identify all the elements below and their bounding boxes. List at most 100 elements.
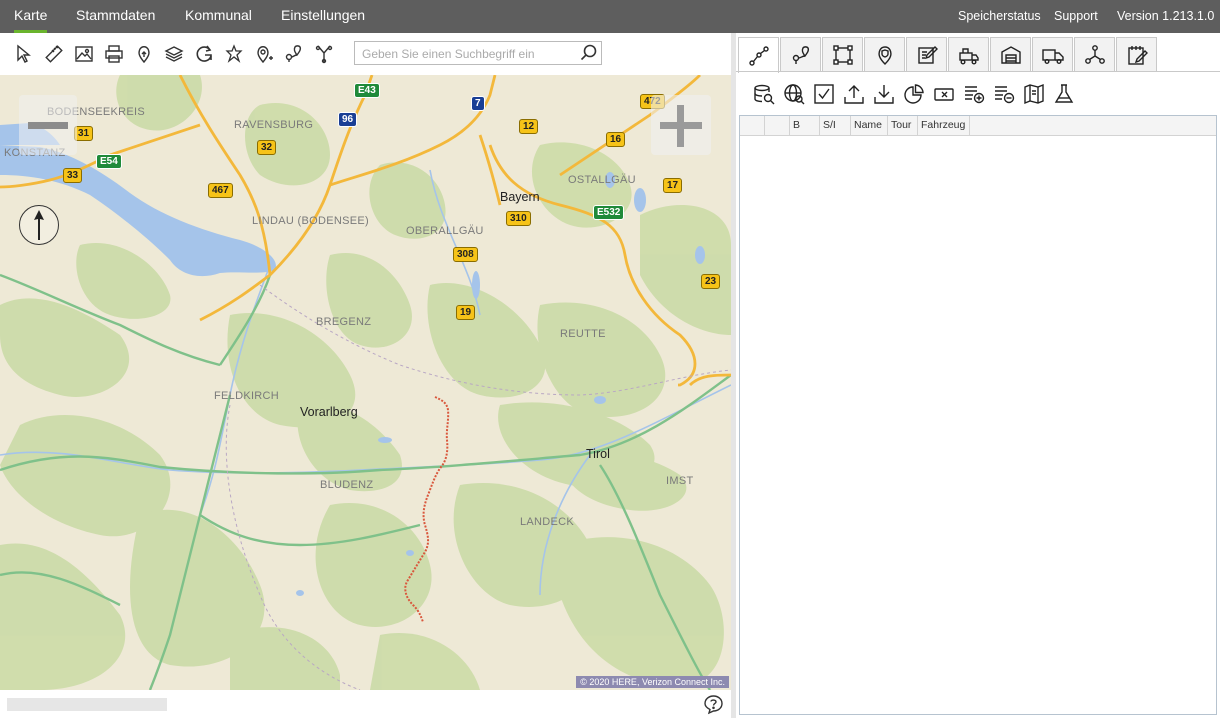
refresh-icon[interactable] [192,42,216,66]
road-shield: 32 [257,140,277,155]
road-shield: 467 [208,183,233,198]
clear-icon [934,88,954,101]
pin-icon[interactable] [132,42,156,66]
tab-divider [736,71,1220,72]
tab-notes[interactable] [1116,37,1157,71]
search-input[interactable] [360,43,584,65]
image-icon[interactable] [72,42,96,66]
road-shield: 33 [63,168,83,183]
map-label-ravensburg: RAVENSBURG [234,119,314,131]
grid-col-select[interactable] [740,116,765,135]
road-shield: 17 [663,178,683,193]
results-grid[interactable]: B S/I Name Tour Fahrzeug [739,115,1217,715]
minus-icon [28,122,68,129]
help-icon [704,695,723,715]
map-label-reutte: REUTTE [560,328,606,340]
list-add-icon [965,86,985,104]
globe-search-button[interactable] [781,81,807,107]
layers-icon[interactable] [162,42,186,66]
route-pins-icon[interactable] [282,42,306,66]
grid-col-name[interactable]: Name [851,116,888,135]
panel-tabs [736,37,1220,73]
nav-einstellungen[interactable]: Einstellungen [281,0,365,33]
compass-button[interactable] [19,205,59,245]
db-search-button[interactable] [751,81,777,107]
map-label-imst: IMST [666,475,694,487]
notepad-icon [1127,45,1148,65]
storage-status-link[interactable]: Speicherstatus [958,0,1041,33]
location-shield-icon [877,45,892,65]
map-view[interactable]: BODENSEEKREIS RAVENSBURG KONSTANZ OSTALL… [0,75,731,690]
area-select-icon [832,44,853,65]
star-pin-icon[interactable] [222,42,246,66]
ruler-icon[interactable] [42,42,66,66]
tab-network[interactable] [1074,37,1115,71]
map-label-tirol: Tirol [586,447,610,461]
road-shield: 308 [453,247,478,262]
list-remove-icon [995,86,1015,104]
map-book-button[interactable] [1021,81,1047,107]
network-icon [1084,44,1105,64]
north-arrow-icon [34,210,44,240]
tab-edit[interactable] [906,37,947,71]
upload-icon [844,85,864,104]
nav-kommunal[interactable]: Kommunal [185,0,252,33]
map-label-vorarlberg: Vorarlberg [300,405,358,419]
progress-bar [7,698,167,711]
map-copyright: © 2020 HERE, Verizon Connect Inc. [576,676,729,688]
grid-col-tour[interactable]: Tour [888,116,918,135]
zoom-in-button[interactable] [651,95,711,155]
select-icon[interactable] [12,42,36,66]
tab-location[interactable] [864,37,905,71]
road-shield: 23 [701,274,721,289]
road-shield: 12 [519,119,539,134]
list-add-button[interactable] [961,81,987,107]
edit-form-icon [917,45,938,64]
map-book-icon [1024,83,1044,105]
select-all-button[interactable] [811,81,837,107]
grid-col-status[interactable] [765,116,790,135]
road-shield: E43 [354,83,380,98]
list-remove-button[interactable] [991,81,1017,107]
grid-col-b[interactable]: B [790,116,820,135]
top-navigation-bar: Karte Stammdaten Kommunal Einstellungen … [0,0,1220,33]
zoom-out-button[interactable] [19,95,77,155]
map-label-bludenz: BLUDENZ [320,479,374,491]
print-icon[interactable] [102,42,126,66]
pin-add-icon[interactable] [252,42,276,66]
tab-depot[interactable] [990,37,1031,71]
route-icon [748,45,769,66]
route-split-icon[interactable] [312,42,336,66]
version-label: Version 1.213.1.0 [1117,9,1215,23]
nav-stammdaten[interactable]: Stammdaten [76,0,155,33]
help-button[interactable] [703,694,724,715]
statistics-button[interactable] [901,81,927,107]
flask-icon [1054,84,1074,103]
map-label-bregenz: BREGENZ [316,316,372,328]
right-panel: B S/I Name Tour Fahrzeug [736,33,1220,718]
road-shield: 310 [506,211,531,226]
clear-button[interactable] [931,81,957,107]
db-search-icon [754,84,775,105]
road-shield: E54 [96,154,122,169]
road-shield: 96 [338,112,358,127]
grid-col-si[interactable]: S/I [820,116,851,135]
checkbox-icon [814,84,834,104]
map-label-feldkirch: FELDKIRCH [214,390,280,402]
tab-route[interactable] [738,37,779,73]
grid-header: B S/I Name Tour Fahrzeug [740,116,1216,136]
support-link[interactable]: Support [1054,0,1098,33]
nav-karte[interactable]: Karte [14,0,48,33]
map-pin-route-icon [792,45,809,64]
download-button[interactable] [871,81,897,107]
grid-col-fahrzeug[interactable]: Fahrzeug [918,116,970,135]
tab-map-pins[interactable] [780,37,821,71]
lab-button[interactable] [1051,81,1077,107]
tab-vehicle[interactable] [948,37,989,71]
upload-button[interactable] [841,81,867,107]
map-label-lindau: LINDAU (BODENSEE) [252,215,369,227]
tab-area[interactable] [822,37,863,71]
tab-truck[interactable] [1032,37,1073,71]
search-icon[interactable] [580,44,598,62]
globe-search-icon [784,84,805,105]
